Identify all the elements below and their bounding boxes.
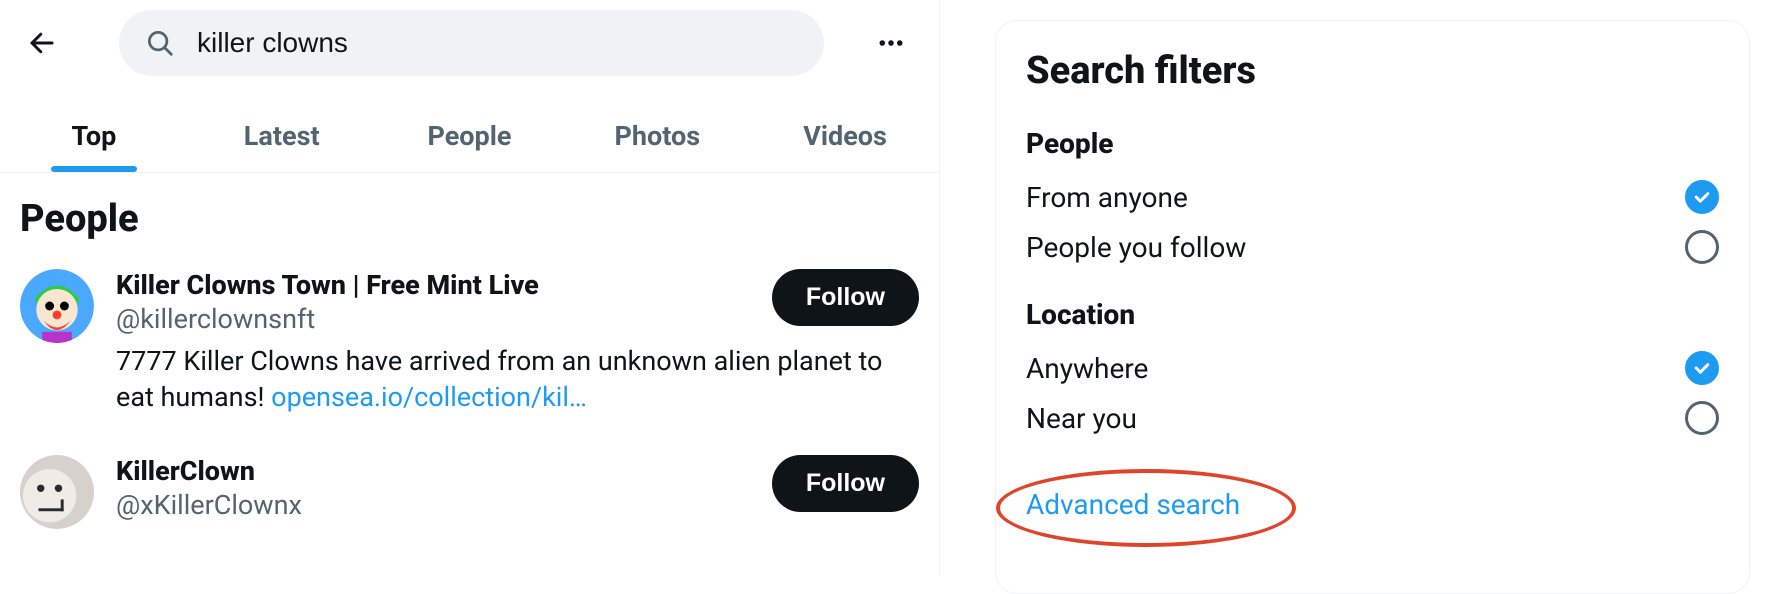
- radio-unchecked-icon: [1685, 401, 1719, 435]
- section-heading-people: People: [0, 173, 939, 251]
- back-button[interactable]: [20, 21, 64, 65]
- tab-photos[interactable]: Photos: [563, 100, 751, 172]
- more-button[interactable]: [869, 21, 913, 65]
- radio-checked-icon: [1685, 180, 1719, 214]
- arrow-left-icon: [27, 28, 57, 58]
- filter-option-label: Near you: [1026, 402, 1137, 435]
- avatar[interactable]: [20, 269, 94, 343]
- search-field[interactable]: [119, 10, 824, 76]
- user-bio-link[interactable]: opensea.io/collection/kil…: [271, 381, 587, 413]
- advanced-search-link[interactable]: Advanced search: [1026, 488, 1240, 521]
- user-display-name[interactable]: KillerClown: [116, 455, 302, 489]
- top-bar: [0, 0, 939, 86]
- radio-checked-icon: [1685, 351, 1719, 385]
- search-input[interactable]: [197, 27, 798, 59]
- tab-top[interactable]: Top: [0, 100, 188, 172]
- user-result-body: Killer Clowns Town | Free Mint Live @kil…: [116, 269, 919, 415]
- search-filters-card: Search filters People From anyone People…: [995, 20, 1750, 594]
- filter-option-people-you-follow[interactable]: People you follow: [1026, 222, 1719, 272]
- user-handle[interactable]: @xKillerClownx: [116, 489, 302, 523]
- user-result-body: KillerClown @xKillerClownx Follow: [116, 455, 919, 529]
- tab-latest[interactable]: Latest: [188, 100, 376, 172]
- more-icon: [876, 28, 906, 58]
- search-tabs: Top Latest People Photos Videos: [0, 100, 939, 173]
- filter-option-anywhere[interactable]: Anywhere: [1026, 343, 1719, 393]
- filter-option-label: People you follow: [1026, 231, 1246, 264]
- user-handle[interactable]: @killerclownsnft: [116, 303, 539, 337]
- user-result[interactable]: KillerClown @xKillerClownx Follow: [0, 437, 939, 529]
- search-icon: [145, 28, 175, 58]
- follow-button[interactable]: Follow: [772, 269, 919, 326]
- filter-group-people: People: [1026, 127, 1719, 160]
- tab-people[interactable]: People: [376, 100, 564, 172]
- filter-option-label: From anyone: [1026, 181, 1188, 214]
- tab-videos[interactable]: Videos: [751, 100, 939, 172]
- sidebar-column: Search filters People From anyone People…: [940, 0, 1790, 576]
- filter-group-location: Location: [1026, 298, 1719, 331]
- avatar[interactable]: [20, 455, 94, 529]
- search-filters-title: Search filters: [1026, 49, 1719, 93]
- user-bio: 7777 Killer Clowns have arrived from an …: [116, 343, 919, 416]
- user-display-name[interactable]: Killer Clowns Town | Free Mint Live: [116, 269, 539, 303]
- user-result[interactable]: Killer Clowns Town | Free Mint Live @kil…: [0, 251, 939, 415]
- follow-button[interactable]: Follow: [772, 455, 919, 512]
- filter-option-label: Anywhere: [1026, 352, 1148, 385]
- radio-unchecked-icon: [1685, 230, 1719, 264]
- main-column: Top Latest People Photos Videos People: [0, 0, 940, 576]
- filter-option-near-you[interactable]: Near you: [1026, 393, 1719, 443]
- filter-option-from-anyone[interactable]: From anyone: [1026, 172, 1719, 222]
